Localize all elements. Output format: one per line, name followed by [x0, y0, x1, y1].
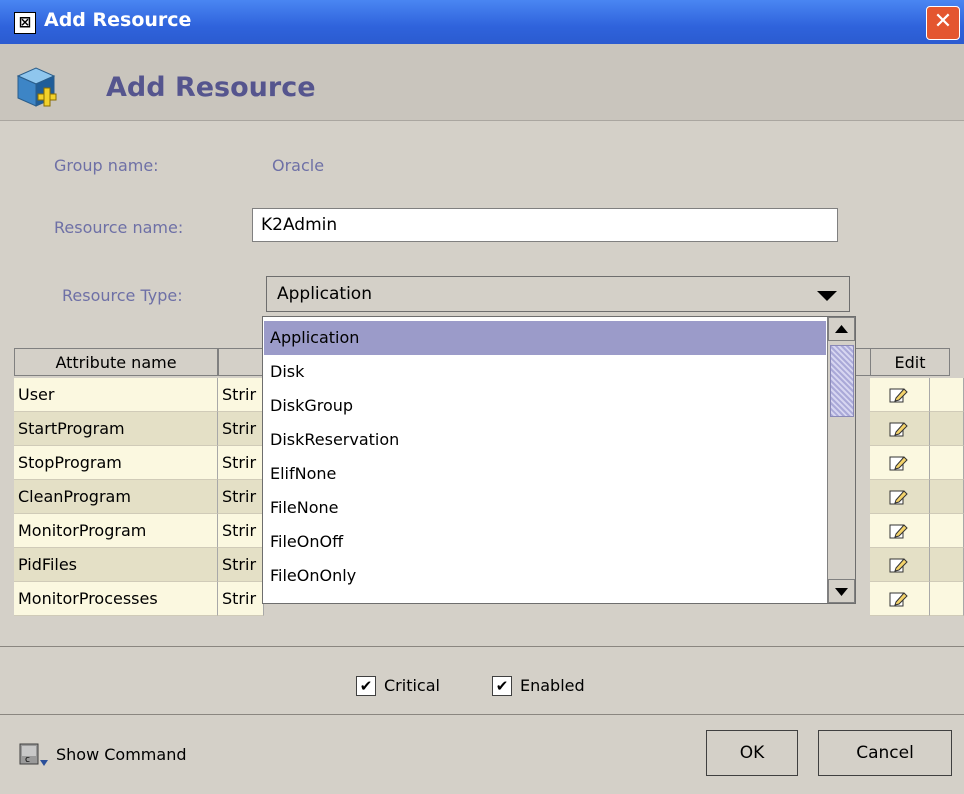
dropdown-option[interactable]: DiskGroup [264, 389, 826, 423]
edit-cell[interactable] [870, 378, 930, 412]
resource-type-label: Resource Type: [62, 286, 183, 305]
resource-name-input[interactable]: K2Admin [252, 208, 838, 242]
resource-type-select[interactable]: Application [266, 276, 850, 312]
attribute-name-cell[interactable]: PidFiles [14, 548, 218, 582]
edit-pencil-icon[interactable] [888, 420, 908, 438]
blank-cell [930, 548, 964, 582]
attribute-name-cell[interactable]: CleanProgram [14, 480, 218, 514]
edit-pencil-icon[interactable] [888, 556, 908, 574]
attribute-type-cell[interactable]: Strir [218, 378, 264, 412]
add-resource-dialog: ⊠ Add Resource ✕ Add Resource Group name… [0, 0, 964, 794]
cancel-button[interactable]: Cancel [818, 730, 952, 776]
scroll-thumb[interactable] [830, 345, 854, 417]
scroll-down-button[interactable] [828, 579, 855, 603]
column-edit[interactable]: Edit [870, 348, 950, 376]
attribute-type-cell[interactable]: Strir [218, 582, 264, 616]
attribute-type-cell[interactable]: Strir [218, 548, 264, 582]
svg-text:c: c [25, 755, 30, 765]
close-button[interactable]: ✕ [926, 6, 960, 40]
attribute-type-cell[interactable]: Strir [218, 412, 264, 446]
window-title: Add Resource [44, 9, 192, 31]
dropdown-option[interactable]: Disk [264, 355, 826, 389]
blank-cell [930, 582, 964, 616]
add-resource-cube-icon [16, 67, 57, 107]
enabled-label: Enabled [520, 676, 585, 695]
show-command-label[interactable]: Show Command [56, 745, 187, 764]
ok-button[interactable]: OK [706, 730, 798, 776]
attribute-name-cell[interactable]: MonitorProcesses [14, 582, 218, 616]
dropdown-option[interactable]: FileOnOff [264, 525, 826, 559]
edit-cell[interactable] [870, 446, 930, 480]
edit-cell[interactable] [870, 514, 930, 548]
attribute-name-cell[interactable]: MonitorProgram [14, 514, 218, 548]
dropdown-option[interactable]: Application [264, 321, 826, 355]
attribute-type-cell[interactable]: Strir [218, 446, 264, 480]
critical-label: Critical [384, 676, 440, 695]
column-attribute-name[interactable]: Attribute name [14, 348, 218, 376]
attribute-type-cell[interactable]: Strir [218, 514, 264, 548]
resource-type-value: Application [277, 284, 372, 304]
attribute-type-cell[interactable]: Strir [218, 480, 264, 514]
edit-cell[interactable] [870, 548, 930, 582]
title-bar[interactable]: ⊠ Add Resource ✕ [0, 0, 964, 44]
edit-cell[interactable] [870, 582, 930, 616]
divider [0, 646, 964, 647]
dropdown-option[interactable]: FileOnOnly [264, 559, 826, 593]
blank-cell [930, 480, 964, 514]
dropdown-option[interactable]: FileNone [264, 491, 826, 525]
blank-cell [930, 514, 964, 548]
window-icon: ⊠ [14, 12, 36, 34]
dropdown-option[interactable]: ElifNone [264, 457, 826, 491]
group-name-label: Group name: [54, 156, 159, 175]
scroll-down-icon [835, 588, 848, 596]
edit-pencil-icon[interactable] [888, 590, 908, 608]
dropdown-option[interactable]: DiskReservation [264, 423, 826, 457]
page-title: Add Resource [106, 72, 316, 103]
edit-cell[interactable] [870, 480, 930, 514]
close-icon: ✕ [933, 9, 953, 34]
edit-pencil-icon[interactable] [888, 488, 908, 506]
command-icon[interactable]: c [18, 740, 52, 770]
group-name-value: Oracle [272, 156, 325, 175]
resource-name-label: Resource name: [54, 218, 184, 237]
attribute-name-cell[interactable]: StopProgram [14, 446, 218, 480]
blank-cell [930, 446, 964, 480]
divider [0, 714, 964, 715]
scroll-up-button[interactable] [828, 317, 855, 341]
attribute-name-cell[interactable]: User [14, 378, 218, 412]
critical-checkbox[interactable]: ✔ [356, 676, 376, 696]
attribute-name-cell[interactable]: StartProgram [14, 412, 218, 446]
dropdown-scrollbar[interactable] [827, 317, 855, 603]
edit-cell[interactable] [870, 412, 930, 446]
enabled-checkbox[interactable]: ✔ [492, 676, 512, 696]
edit-pencil-icon[interactable] [888, 386, 908, 404]
scroll-up-icon [835, 325, 848, 333]
blank-cell [930, 378, 964, 412]
blank-cell [930, 412, 964, 446]
dropdown-arrow-icon[interactable] [817, 291, 837, 301]
edit-pencil-icon[interactable] [888, 454, 908, 472]
resource-type-dropdown-list[interactable]: Application Disk DiskGroup DiskReservation E… [262, 316, 856, 604]
edit-pencil-icon[interactable] [888, 522, 908, 540]
